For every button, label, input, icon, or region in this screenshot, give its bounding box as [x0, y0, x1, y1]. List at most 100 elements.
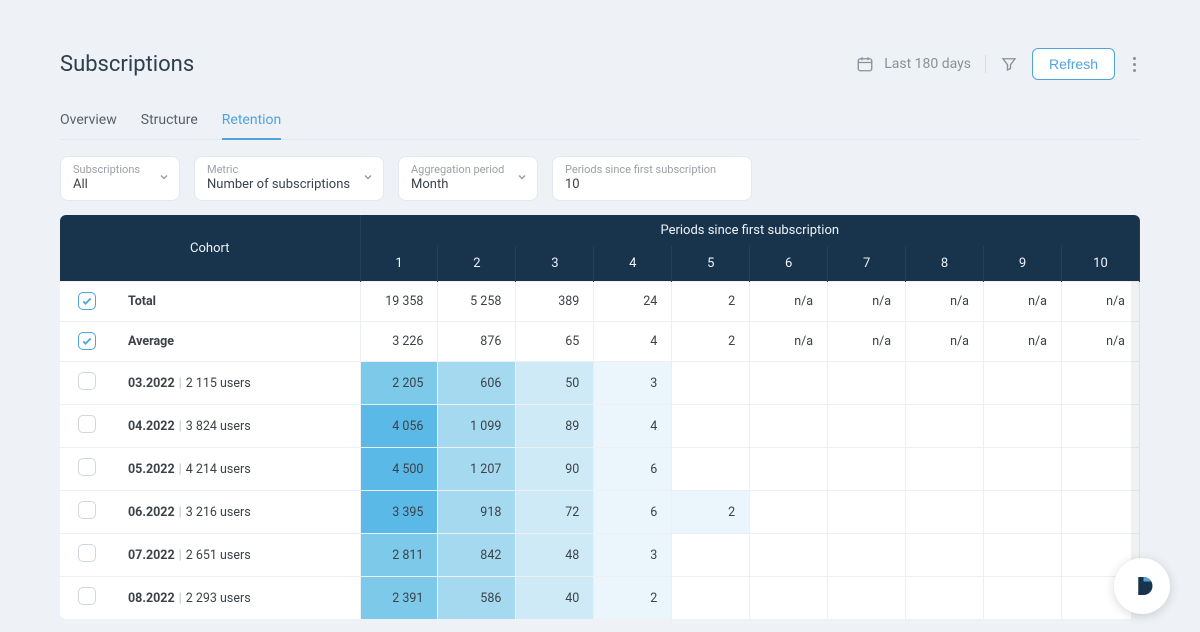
value-cell: 50 — [516, 362, 594, 405]
col-period-4[interactable]: 4 — [594, 246, 672, 282]
value-cell — [750, 405, 828, 448]
value-cell — [828, 405, 906, 448]
row-checkbox-cell[interactable] — [60, 282, 114, 322]
cohort-label: 03.2022|2 115 users — [114, 362, 360, 405]
checkbox-icon — [78, 458, 96, 476]
value-cell — [1061, 448, 1139, 491]
col-period-3[interactable]: 3 — [516, 246, 594, 282]
value-cell — [672, 448, 750, 491]
col-period-1[interactable]: 1 — [360, 246, 438, 282]
value-cell: 4 500 — [360, 448, 438, 491]
table-row: Total19 3585 258389242n/an/an/an/an/a — [60, 282, 1140, 322]
row-checkbox-cell[interactable] — [60, 491, 114, 534]
col-period-6[interactable]: 6 — [750, 246, 828, 282]
checkbox-icon — [78, 292, 96, 310]
cohort-label: 07.2022|2 651 users — [114, 534, 360, 577]
table-row: 04.2022|3 824 users4 0561 099894 — [60, 405, 1140, 448]
filter-periods[interactable]: Periods since first subscription 10 — [552, 156, 752, 201]
table-row: 06.2022|3 216 users3 3959187262 — [60, 491, 1140, 534]
checkbox-icon — [78, 332, 96, 350]
row-checkbox-cell[interactable] — [60, 534, 114, 577]
checkbox-icon — [78, 415, 96, 433]
value-cell — [984, 405, 1062, 448]
table-row: Average3 2268766542n/an/an/an/an/a — [60, 322, 1140, 362]
value-cell: 2 205 — [360, 362, 438, 405]
retention-table-wrap: Cohort Periods since first subscription … — [60, 215, 1140, 619]
table-row: 08.2022|2 293 users2 391586402 — [60, 577, 1140, 620]
value-cell: 65 — [516, 322, 594, 362]
row-checkbox-cell[interactable] — [60, 405, 114, 448]
col-period-8[interactable]: 8 — [906, 246, 984, 282]
row-checkbox-cell[interactable] — [60, 448, 114, 491]
filter-label: Metric — [207, 163, 353, 176]
col-period-7[interactable]: 7 — [828, 246, 906, 282]
tab-overview[interactable]: Overview — [60, 104, 117, 139]
value-cell — [984, 534, 1062, 577]
row-checkbox-cell[interactable] — [60, 362, 114, 405]
value-cell — [750, 577, 828, 620]
filter-icon[interactable] — [1000, 55, 1018, 73]
cohort-label: 06.2022|3 216 users — [114, 491, 360, 534]
filters-row: Subscriptions All Metric Number of subsc… — [60, 156, 1140, 201]
col-period-9[interactable]: 9 — [984, 246, 1062, 282]
cohort-label: Total — [114, 282, 360, 322]
value-cell — [906, 534, 984, 577]
value-cell: 2 — [672, 322, 750, 362]
value-cell: 19 358 — [360, 282, 438, 322]
value-cell: 5 258 — [438, 282, 516, 322]
cohort-label: 05.2022|4 214 users — [114, 448, 360, 491]
row-checkbox-cell[interactable] — [60, 577, 114, 620]
value-cell: n/a — [1061, 322, 1139, 362]
value-cell — [984, 362, 1062, 405]
checkbox-icon — [78, 501, 96, 519]
tab-retention[interactable]: Retention — [222, 104, 282, 140]
value-cell: 2 811 — [360, 534, 438, 577]
value-cell: n/a — [906, 322, 984, 362]
filter-aggregation[interactable]: Aggregation period Month — [398, 156, 538, 201]
value-cell — [828, 577, 906, 620]
date-range-picker[interactable]: Last 180 days — [856, 55, 971, 73]
value-cell: 1 099 — [438, 405, 516, 448]
divider — [985, 55, 986, 73]
value-cell — [828, 491, 906, 534]
value-cell: 24 — [594, 282, 672, 322]
col-period-5[interactable]: 5 — [672, 246, 750, 282]
more-menu-button[interactable] — [1129, 57, 1140, 72]
scrollbar-thumb[interactable] — [1132, 223, 1139, 271]
table-row: 05.2022|4 214 users4 5001 207906 — [60, 448, 1140, 491]
col-period-10[interactable]: 10 — [1061, 246, 1139, 282]
tab-structure[interactable]: Structure — [141, 104, 198, 139]
value-cell: 6 — [594, 448, 672, 491]
value-cell — [828, 448, 906, 491]
value-cell — [828, 534, 906, 577]
retention-table: Cohort Periods since first subscription … — [60, 215, 1140, 619]
value-cell — [750, 362, 828, 405]
value-cell — [750, 491, 828, 534]
page-header: Subscriptions Last 180 days Refresh — [60, 48, 1140, 80]
col-periods-group: Periods since first subscription — [360, 215, 1140, 246]
col-period-2[interactable]: 2 — [438, 246, 516, 282]
row-checkbox-cell[interactable] — [60, 322, 114, 362]
value-cell: 90 — [516, 448, 594, 491]
filter-metric[interactable]: Metric Number of subscriptions — [194, 156, 384, 201]
value-cell — [984, 448, 1062, 491]
filter-value: Number of subscriptions — [207, 176, 353, 194]
value-cell: 4 056 — [360, 405, 438, 448]
value-cell: 48 — [516, 534, 594, 577]
filter-subscriptions[interactable]: Subscriptions All — [60, 156, 180, 201]
value-cell: 2 — [672, 282, 750, 322]
value-cell: 3 — [594, 362, 672, 405]
value-cell — [672, 577, 750, 620]
cohort-label: 04.2022|3 824 users — [114, 405, 360, 448]
value-cell: 2 — [672, 491, 750, 534]
value-cell: 606 — [438, 362, 516, 405]
filter-value: 10 — [565, 176, 721, 194]
brand-logo — [1114, 558, 1170, 614]
value-cell: 89 — [516, 405, 594, 448]
value-cell: 586 — [438, 577, 516, 620]
value-cell: n/a — [828, 322, 906, 362]
refresh-button[interactable]: Refresh — [1032, 48, 1115, 80]
value-cell: 2 — [594, 577, 672, 620]
value-cell: 842 — [438, 534, 516, 577]
value-cell — [1061, 405, 1139, 448]
